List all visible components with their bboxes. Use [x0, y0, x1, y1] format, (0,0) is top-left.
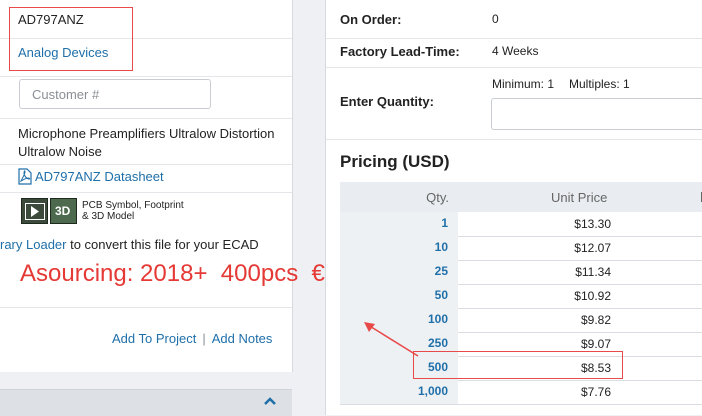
lead-time-value: 4 Weeks: [492, 44, 539, 58]
customer-number-input[interactable]: [19, 79, 211, 109]
chevron-up-icon[interactable]: [263, 396, 277, 406]
price-break-row[interactable]: 1 $13.30: [340, 212, 702, 237]
price-break-price: $10.92: [574, 289, 611, 303]
sourcing-annotation: Asourcing: 2018+ 400pcs €3.55: [20, 260, 372, 287]
3d-model-icon[interactable]: 3D: [50, 198, 77, 224]
price-break-qty[interactable]: 50: [340, 288, 448, 302]
lead-time-row: Factory Lead-Time: 4 Weeks: [326, 38, 702, 68]
on-order-row: On Order: 0: [326, 0, 702, 39]
price-break-row[interactable]: 25 $11.34: [340, 260, 702, 285]
price-break-price: $9.82: [580, 313, 611, 327]
actions-divider: [0, 307, 292, 308]
pdf-icon: [18, 168, 32, 185]
qty-column-header: Qty.: [426, 190, 449, 205]
on-order-label: On Order:: [340, 12, 402, 27]
quantity-input[interactable]: [491, 98, 702, 130]
price-break-price: $11.34: [575, 265, 611, 279]
cad-model-label: PCB Symbol, Footprint & 3D Model: [82, 200, 184, 222]
on-order-value: 0: [492, 12, 499, 26]
price-break-price: $7.76: [580, 385, 611, 399]
add-notes-link[interactable]: Add Notes: [212, 331, 273, 346]
play-icon: [25, 203, 45, 220]
lead-time-label: Factory Lead-Time:: [340, 44, 460, 59]
ecad-instructions: rary Loader to convert this file for you…: [0, 237, 259, 252]
description-line-1: Microphone Preamplifiers Ultralow Distor…: [18, 126, 275, 141]
price-break-price: $9.07: [580, 337, 611, 351]
price-break-qty[interactable]: 25: [340, 264, 448, 278]
product-description: Microphone Preamplifiers Ultralow Distor…: [18, 125, 288, 161]
part-highlight-box: [9, 7, 133, 71]
multiples-quantity: Multiples: 1: [569, 77, 630, 91]
project-actions: Add To Project | Add Notes: [112, 331, 272, 346]
collapsible-section-header[interactable]: [0, 389, 292, 416]
actions-separator: |: [202, 331, 206, 346]
datasheet-link[interactable]: AD797ANZ Datasheet: [35, 169, 164, 184]
price-break-price: $13.30: [574, 217, 611, 231]
description-row: Microphone Preamplifiers Ultralow Distor…: [0, 118, 292, 165]
price-break-row[interactable]: 1,000 $7.76: [340, 380, 702, 405]
library-loader-link[interactable]: rary Loader: [0, 237, 66, 252]
price-break-qty[interactable]: 1: [340, 216, 448, 230]
price-highlight-box: [413, 351, 623, 379]
pricing-table-header: Qty. Unit Price: [340, 182, 702, 212]
datasheet-row: AD797ANZ Datasheet: [0, 164, 292, 193]
cad-label-line-2: & 3D Model: [82, 211, 135, 222]
price-break-price: $12.07: [574, 241, 611, 255]
price-break-qty[interactable]: 10: [340, 240, 448, 254]
unit-price-column-header: Unit Price: [551, 190, 608, 205]
enter-quantity-label: Enter Quantity:: [340, 94, 434, 109]
description-line-2: Ultralow Noise: [18, 144, 102, 159]
price-break-qty[interactable]: 1,000: [340, 384, 448, 398]
price-break-row[interactable]: 10 $12.07: [340, 236, 702, 261]
3d-icon-text: 3D: [55, 204, 71, 218]
annotation-arrow-icon: [364, 322, 419, 357]
cad-label-line-1: PCB Symbol, Footprint: [82, 200, 184, 211]
add-to-project-link[interactable]: Add To Project: [112, 331, 196, 346]
pricing-title: Pricing (USD): [340, 152, 450, 171]
price-break-row[interactable]: 50 $10.92: [340, 284, 702, 309]
schematic-play-icon[interactable]: [21, 198, 48, 224]
ecad-instructions-text: to convert this file for your ECAD: [66, 237, 259, 252]
minimum-quantity: Minimum: 1: [492, 77, 555, 91]
